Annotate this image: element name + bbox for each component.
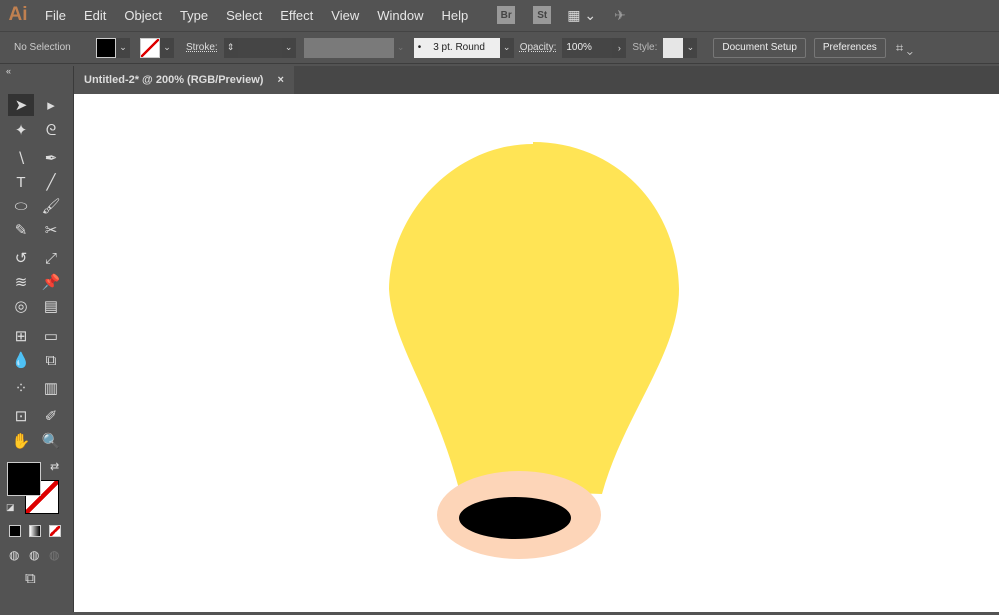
scissors-tool-icon[interactable]: ✂ xyxy=(38,219,64,241)
perspective-grid-tool-icon[interactable]: ▤ xyxy=(38,295,64,317)
selection-status: No Selection xyxy=(14,42,71,53)
arrange-documents-icon[interactable]: ⌗ ⌄ xyxy=(896,40,913,56)
gpu-performance-icon[interactable]: ✈ xyxy=(614,7,626,24)
control-bar: No Selection ⌄ ⌄ Stroke: ⇕ ⌄ ⌄ • 3 pt. Ro… xyxy=(0,31,999,64)
document-setup-button[interactable]: Document Setup xyxy=(713,37,806,58)
stroke-dropdown[interactable]: ⌄ xyxy=(160,37,174,58)
stroke-weight-dropdown[interactable]: ⌄ xyxy=(281,37,296,58)
shape-builder-tool-icon[interactable]: ◎ xyxy=(8,295,34,317)
document-tab-title: Untitled-2* @ 200% (RGB/Preview) xyxy=(84,74,264,86)
fill-color-box[interactable] xyxy=(7,462,41,496)
stock-button[interactable]: St xyxy=(533,6,552,24)
stroke-weight-stepper[interactable]: ⇕ xyxy=(223,37,238,58)
zoom-tool-icon[interactable]: 🔍 xyxy=(38,430,64,452)
opacity-label[interactable]: Opacity: xyxy=(520,42,557,53)
collapse-icon[interactable]: « xyxy=(6,66,11,76)
workspace-layout-icon[interactable]: ▦ ⌄ xyxy=(567,7,596,24)
style-label: Style: xyxy=(632,42,658,53)
tools-panel: « ➤ ▸ ✦ ᘓ ∖ ✒ T ╱ ⬭ 🖌 ✎ ✂ ↺ ⤢ ≋ 📌 ◎ ▤ ⊞ … xyxy=(0,66,74,612)
stroke-weight-input[interactable] xyxy=(237,37,282,58)
paintbrush-tool-icon[interactable]: 🖌 xyxy=(38,195,64,217)
preferences-button[interactable]: Preferences xyxy=(813,37,886,58)
brush-definition[interactable]: • 3 pt. Round xyxy=(413,37,500,58)
rotate-tool-icon[interactable]: ↺ xyxy=(8,247,34,269)
menu-help[interactable]: Help xyxy=(432,8,477,23)
magic-wand-tool-icon[interactable]: ✦ xyxy=(8,119,34,141)
menu-object[interactable]: Object xyxy=(115,8,171,23)
menu-view[interactable]: View xyxy=(322,8,368,23)
default-colors-icon[interactable]: ◪ xyxy=(6,502,15,513)
swap-colors-icon[interactable]: ⇄ xyxy=(50,460,59,473)
type-tool-icon[interactable]: T xyxy=(8,171,34,193)
none-mode-icon[interactable] xyxy=(49,525,61,537)
style-dropdown[interactable]: ⌄ xyxy=(683,37,698,58)
pen-tool-icon[interactable]: ✒ xyxy=(38,147,64,169)
document-tab[interactable]: Untitled-2* @ 200% (RGB/Preview) × xyxy=(74,66,294,94)
draw-behind-icon[interactable]: ◍ xyxy=(29,548,39,562)
scale-tool-icon[interactable]: ⤢ xyxy=(38,247,64,269)
menu-type[interactable]: Type xyxy=(171,8,217,23)
menu-bar: Ai File Edit Object Type Select Effect V… xyxy=(0,0,999,30)
stroke-label[interactable]: Stroke: xyxy=(186,42,218,53)
screen-mode-icon[interactable]: ⧉ xyxy=(25,570,36,587)
ellipse-tool-icon[interactable]: ⬭ xyxy=(8,195,34,217)
warp-tool-icon[interactable]: ≋ xyxy=(8,271,34,293)
lasso-tool-icon[interactable]: ᘓ xyxy=(38,119,64,141)
brush-label: 3 pt. Round xyxy=(433,42,485,53)
brush-dropdown[interactable]: ⌄ xyxy=(499,37,514,58)
profile-dropdown[interactable]: ⌄ xyxy=(394,38,408,58)
gradient-mode-icon[interactable] xyxy=(29,525,41,537)
opacity-arrow[interactable]: › xyxy=(612,37,627,58)
menu-effect[interactable]: Effect xyxy=(271,8,322,23)
close-tab-icon[interactable]: × xyxy=(277,74,283,86)
artwork xyxy=(389,142,679,559)
bulb-socket-opening[interactable] xyxy=(459,497,571,539)
puppet-warp-tool-icon[interactable]: 📌 xyxy=(38,271,64,293)
eyedropper-tool-icon[interactable]: 💧 xyxy=(8,349,34,371)
document-tab-bar: Untitled-2* @ 200% (RGB/Preview) × xyxy=(74,66,999,94)
symbol-sprayer-tool-icon[interactable]: ⁘ xyxy=(8,377,34,399)
graph-tool-icon[interactable]: ▥ xyxy=(38,377,64,399)
artboard-tool-icon[interactable]: ⊡ xyxy=(8,405,34,427)
variable-width-profile[interactable] xyxy=(303,37,394,58)
shaper-tool-icon[interactable]: ✎ xyxy=(8,219,34,241)
bulb-glass[interactable] xyxy=(389,142,679,494)
fill-swatch[interactable] xyxy=(96,37,116,58)
menu-window[interactable]: Window xyxy=(368,8,432,23)
gradient-tool-icon[interactable]: ▭ xyxy=(38,325,64,347)
fill-dropdown[interactable]: ⌄ xyxy=(116,37,130,58)
menu-edit[interactable]: Edit xyxy=(75,8,115,23)
hand-tool-icon[interactable]: ✋ xyxy=(8,430,34,452)
anchor-tool-icon[interactable]: ∖ xyxy=(8,147,34,169)
artboard-canvas[interactable] xyxy=(74,94,999,612)
stroke-swatch[interactable] xyxy=(140,37,160,58)
slice-tool-icon[interactable]: ✐ xyxy=(38,405,64,427)
blend-tool-icon[interactable]: ⧉ xyxy=(38,349,64,371)
opacity-input[interactable]: 100% xyxy=(562,37,613,58)
brush-dot-icon: • xyxy=(417,42,422,53)
app-logo: Ai xyxy=(8,4,28,25)
mesh-tool-icon[interactable]: ⊞ xyxy=(8,325,34,347)
graphic-style-swatch[interactable] xyxy=(663,37,684,58)
draw-inside-icon[interactable]: ◍ xyxy=(49,548,59,562)
selection-tool-icon[interactable]: ➤ xyxy=(8,94,34,116)
draw-normal-icon[interactable]: ◍ xyxy=(9,548,19,562)
menu-select[interactable]: Select xyxy=(217,8,271,23)
bridge-button[interactable]: Br xyxy=(497,6,516,24)
color-mode-icon[interactable] xyxy=(9,525,21,537)
direct-selection-tool-icon[interactable]: ▸ xyxy=(38,94,64,116)
line-tool-icon[interactable]: ╱ xyxy=(38,171,64,193)
menu-file[interactable]: File xyxy=(36,8,75,23)
